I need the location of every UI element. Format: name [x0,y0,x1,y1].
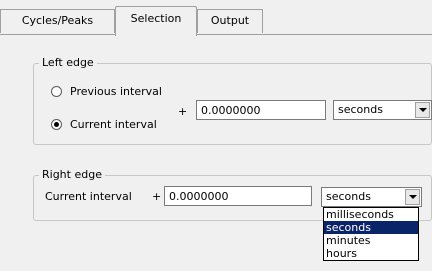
radio-previous-interval[interactable]: Previous interval [51,85,162,98]
left-edge-title: Left edge [39,56,97,70]
unit-dropdown-list: milliseconds seconds minutes hours [323,207,419,261]
radio-previous-label: Previous interval [70,85,162,98]
left-edge-unit-value: seconds [338,103,383,116]
tab-output[interactable]: Output [197,9,263,33]
radio-current-interval[interactable]: Current interval [51,118,157,131]
right-edge-unit-value: seconds [326,190,371,203]
left-edge-plus: + [178,105,188,118]
left-edge-offset-input[interactable] [196,100,326,120]
dropdown-option-seconds[interactable]: seconds [324,221,418,234]
right-edge-unit-dropdown-button[interactable] [405,189,420,205]
right-edge-plus: + [152,190,162,203]
right-edge-current-interval-label: Current interval [45,190,132,203]
tab-selection[interactable]: Selection [115,6,197,36]
chevron-down-icon [408,195,417,199]
tab-cycles-peaks-label: Cycles/Peaks [21,14,94,27]
radio-current-circle[interactable] [51,119,62,130]
settings-dialog: Cycles/Peaks Selection Output Left edge … [0,0,432,271]
tab-output-label: Output [210,14,250,27]
tab-selection-label: Selection [130,12,182,25]
dropdown-option-minutes[interactable]: minutes [324,234,418,247]
left-edge-unit-dropdown-button[interactable] [415,102,430,118]
dropdown-option-hours[interactable]: hours [324,247,418,260]
radio-previous-circle[interactable] [51,86,62,97]
chevron-down-icon [418,108,427,112]
right-edge-title: Right edge [39,168,105,182]
right-edge-offset-input[interactable] [164,186,312,206]
dropdown-option-milliseconds[interactable]: milliseconds [324,208,418,221]
tab-divider [0,34,432,35]
tab-strip: Cycles/Peaks Selection Output [0,0,432,36]
tab-cycles-peaks[interactable]: Cycles/Peaks [0,9,115,33]
right-edge-unit-select[interactable]: seconds [321,187,422,207]
radio-current-label: Current interval [70,118,157,131]
left-edge-unit-select[interactable]: seconds [333,100,432,120]
